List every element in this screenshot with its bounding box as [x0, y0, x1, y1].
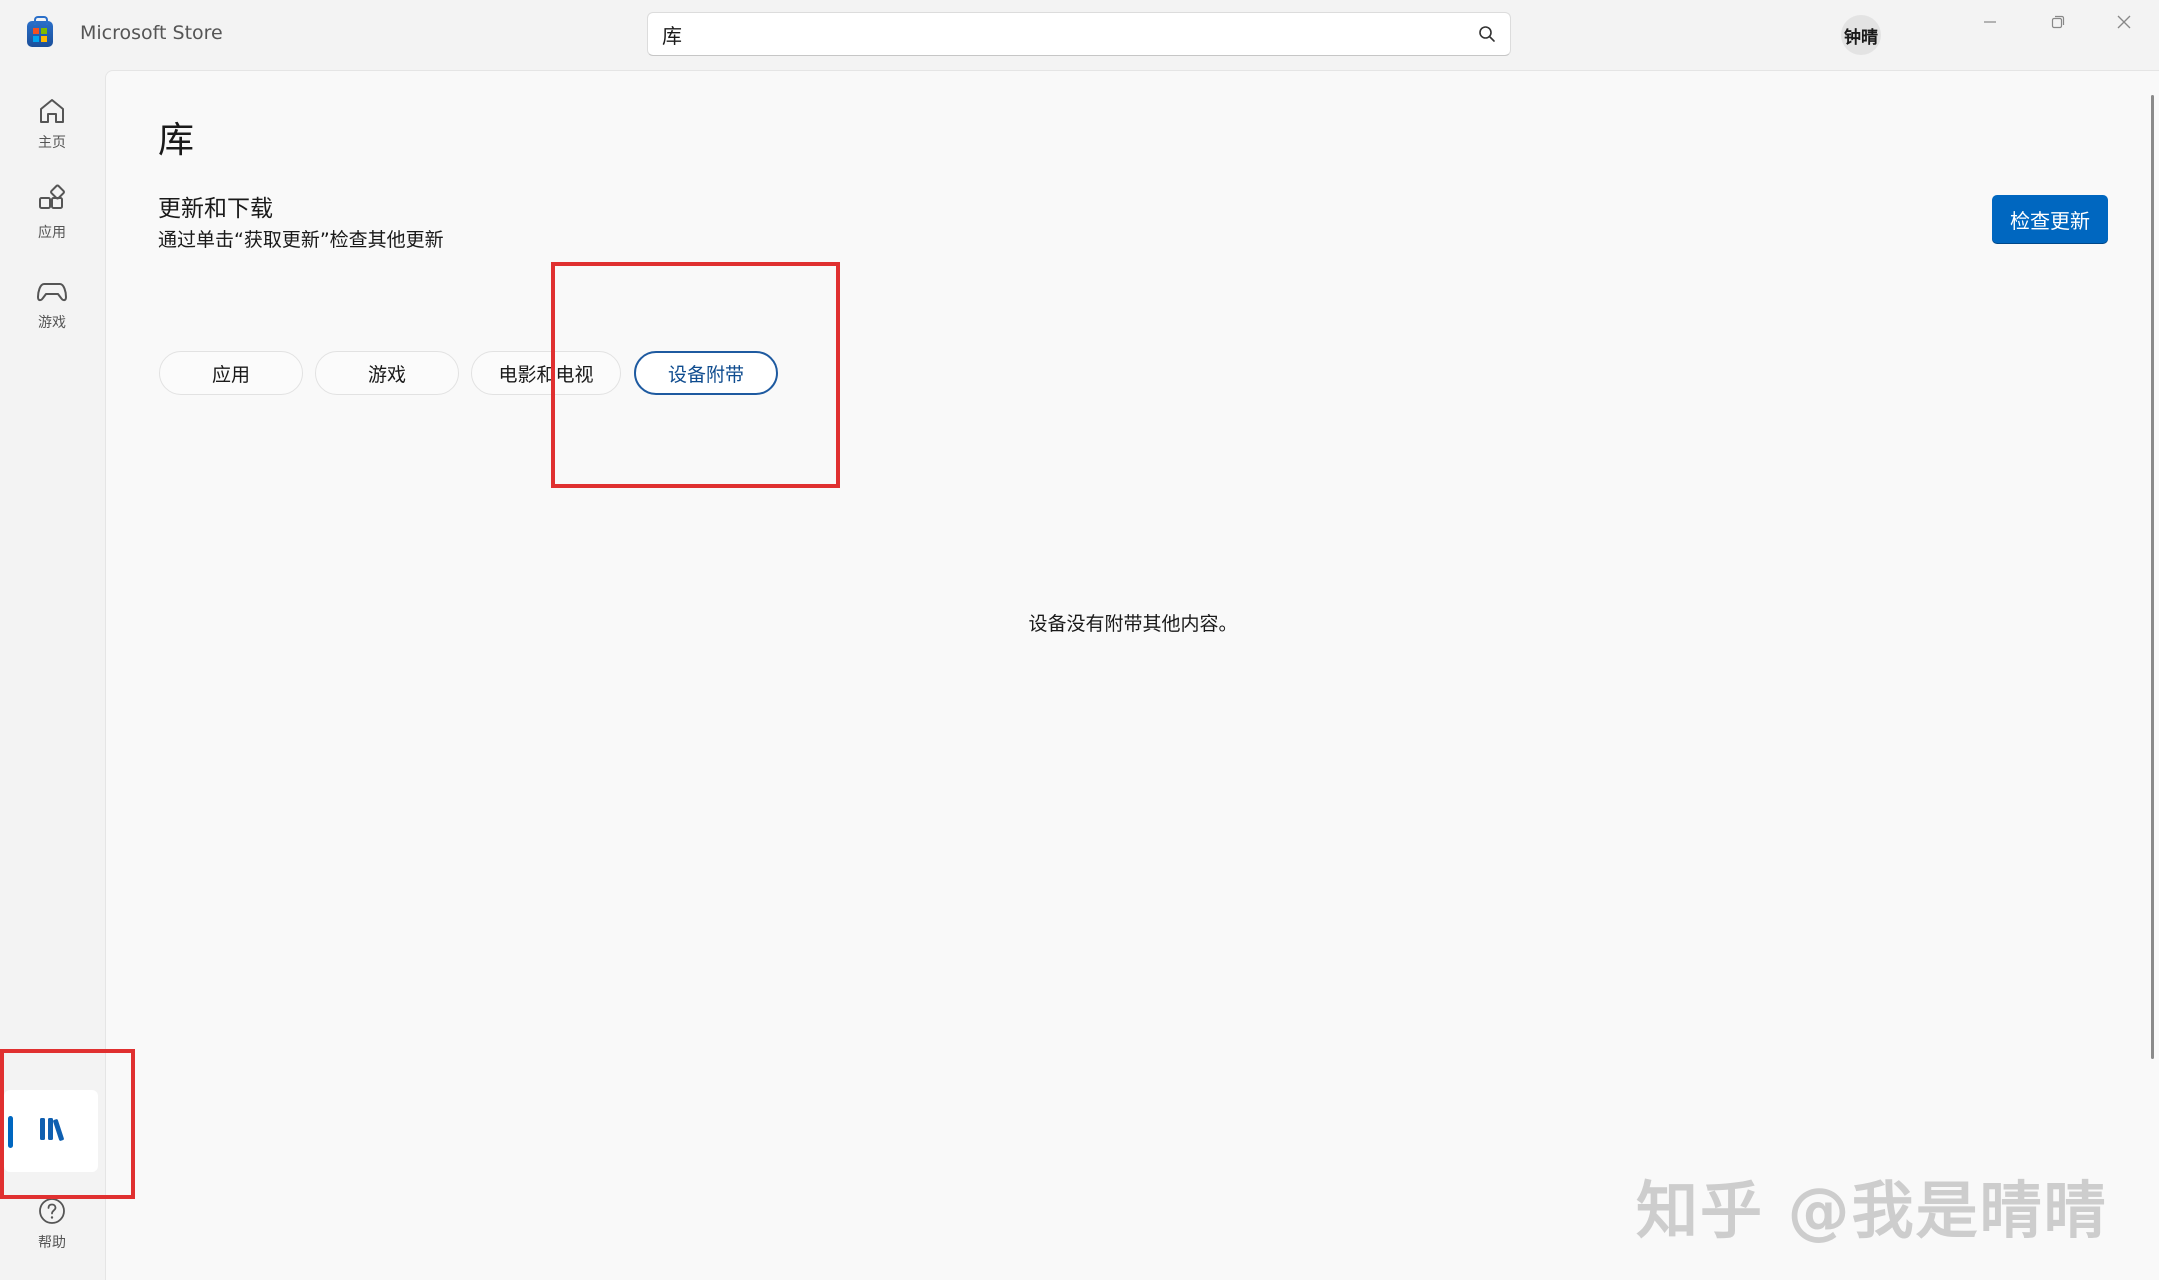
gamepad-icon — [37, 283, 67, 302]
rail-item-help[interactable]: 帮助 — [6, 1190, 98, 1264]
annotation-box-filter — [551, 262, 840, 488]
rail-games-label: 游戏 — [38, 315, 66, 331]
empty-state-message: 设备没有附带其他内容。 — [1028, 613, 1238, 635]
user-avatar[interactable]: 钟晴 — [1841, 15, 1881, 55]
rail-help-label: 帮助 — [38, 1235, 66, 1251]
minimize-button[interactable] — [1958, 0, 2022, 44]
home-icon — [40, 99, 64, 123]
library-page: 库 更新和下载 通过单击“获取更新”检查其他更新 检查更新 应用 游戏 电影和电… — [105, 70, 2159, 1280]
title-bar: Microsoft Store 钟晴 — [0, 0, 2159, 70]
watermark: 知乎 @我是晴晴 — [1636, 1174, 2108, 1247]
filter-apps[interactable]: 应用 — [159, 351, 303, 395]
restore-button[interactable] — [2026, 0, 2090, 44]
restore-icon — [2051, 15, 2065, 29]
annotation-box-library — [0, 1049, 135, 1199]
rail-home-label: 主页 — [38, 135, 66, 151]
minimize-icon — [1984, 21, 1996, 23]
page-title: 库 — [158, 120, 195, 161]
close-button[interactable] — [2092, 0, 2156, 44]
updates-section-title: 更新和下载 — [158, 196, 273, 222]
vertical-scrollbar[interactable] — [2151, 95, 2154, 1059]
search-icon[interactable] — [1478, 25, 1496, 43]
apps-icon — [39, 184, 65, 209]
search-input[interactable] — [662, 21, 1442, 47]
help-icon — [39, 1198, 65, 1224]
app-title: Microsoft Store — [80, 22, 223, 44]
rail-apps-label: 应用 — [38, 225, 66, 241]
microsoft-store-window: Microsoft Store 钟晴 — [0, 0, 2159, 1280]
search-box[interactable] — [647, 12, 1511, 56]
close-icon — [2117, 15, 2131, 29]
check-updates-button[interactable]: 检查更新 — [1992, 195, 2108, 243]
rail-item-home[interactable]: 主页 — [6, 80, 98, 162]
updates-section-description: 通过单击“获取更新”检查其他更新 — [158, 229, 444, 251]
rail-item-games[interactable]: 游戏 — [6, 260, 98, 342]
filter-games[interactable]: 游戏 — [315, 351, 459, 395]
store-logo-icon — [27, 16, 53, 47]
rail-item-apps[interactable]: 应用 — [6, 170, 98, 252]
